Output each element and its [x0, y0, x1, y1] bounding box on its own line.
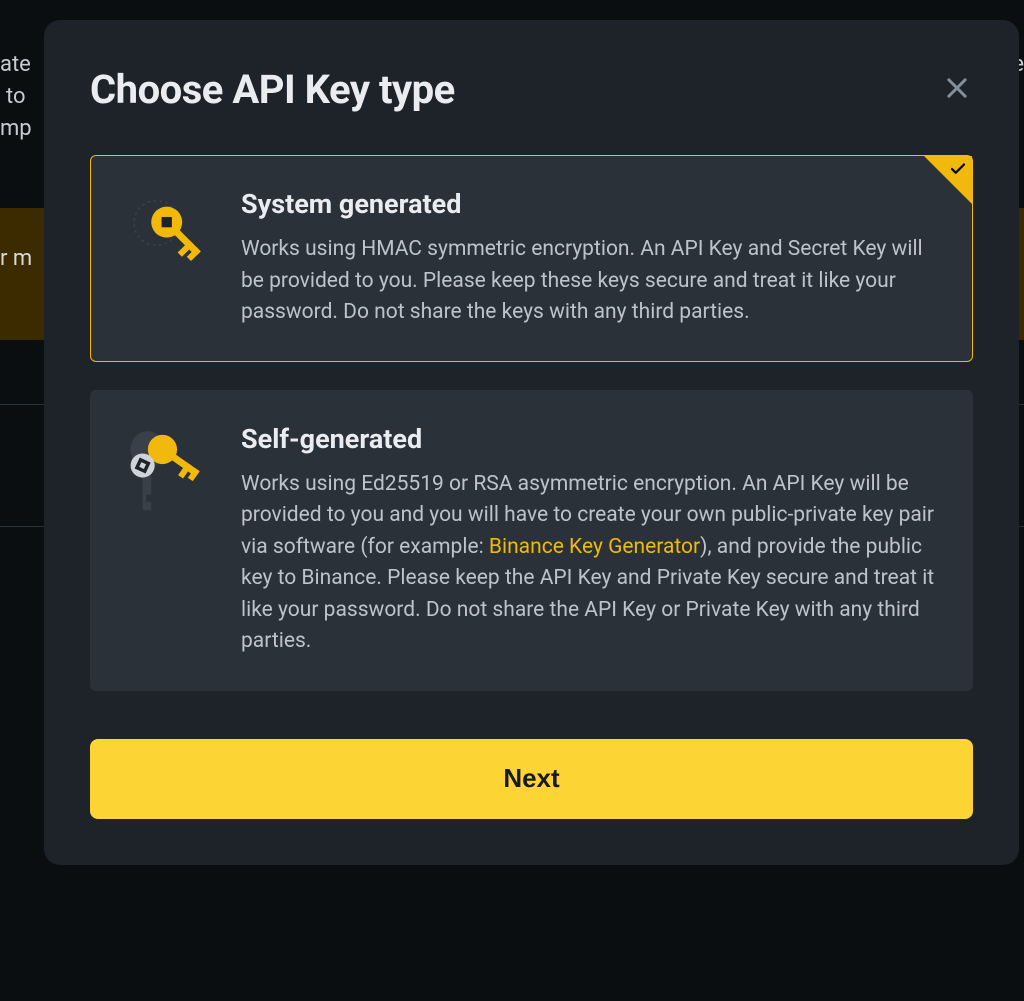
- check-icon: [949, 160, 967, 182]
- option-system-generated[interactable]: System generated Works using HMAC symmet…: [90, 155, 973, 362]
- option-title: Self-generated: [241, 423, 938, 455]
- close-icon: [943, 74, 971, 105]
- bg-text-fragment: ate: [0, 52, 31, 77]
- binance-key-generator-link[interactable]: Binance Key Generator: [489, 535, 700, 559]
- choose-api-key-type-modal: Choose API Key type: [44, 20, 1019, 865]
- bg-text-fragment: mp: [0, 116, 32, 141]
- bg-text-fragment: r m: [0, 246, 32, 271]
- api-key-type-options: System generated Works using HMAC symmet…: [90, 155, 973, 691]
- option-body: Self-generated Works using Ed25519 or RS…: [241, 423, 938, 658]
- option-description: Works using HMAC symmetric encryption. A…: [241, 234, 938, 329]
- option-title: System generated: [241, 188, 938, 220]
- option-description: Works using Ed25519 or RSA asymmetric en…: [241, 469, 938, 658]
- option-self-generated[interactable]: Self-generated Works using Ed25519 or RS…: [90, 390, 973, 691]
- next-button[interactable]: Next: [90, 739, 973, 819]
- option-body: System generated Works using HMAC symmet…: [241, 188, 938, 329]
- close-button[interactable]: [941, 74, 973, 106]
- keys-icon: [119, 423, 211, 658]
- modal-header: Choose API Key type: [90, 66, 973, 113]
- key-icon: [119, 188, 211, 329]
- modal-title: Choose API Key type: [90, 66, 455, 113]
- bg-text-fragment: to: [6, 84, 26, 109]
